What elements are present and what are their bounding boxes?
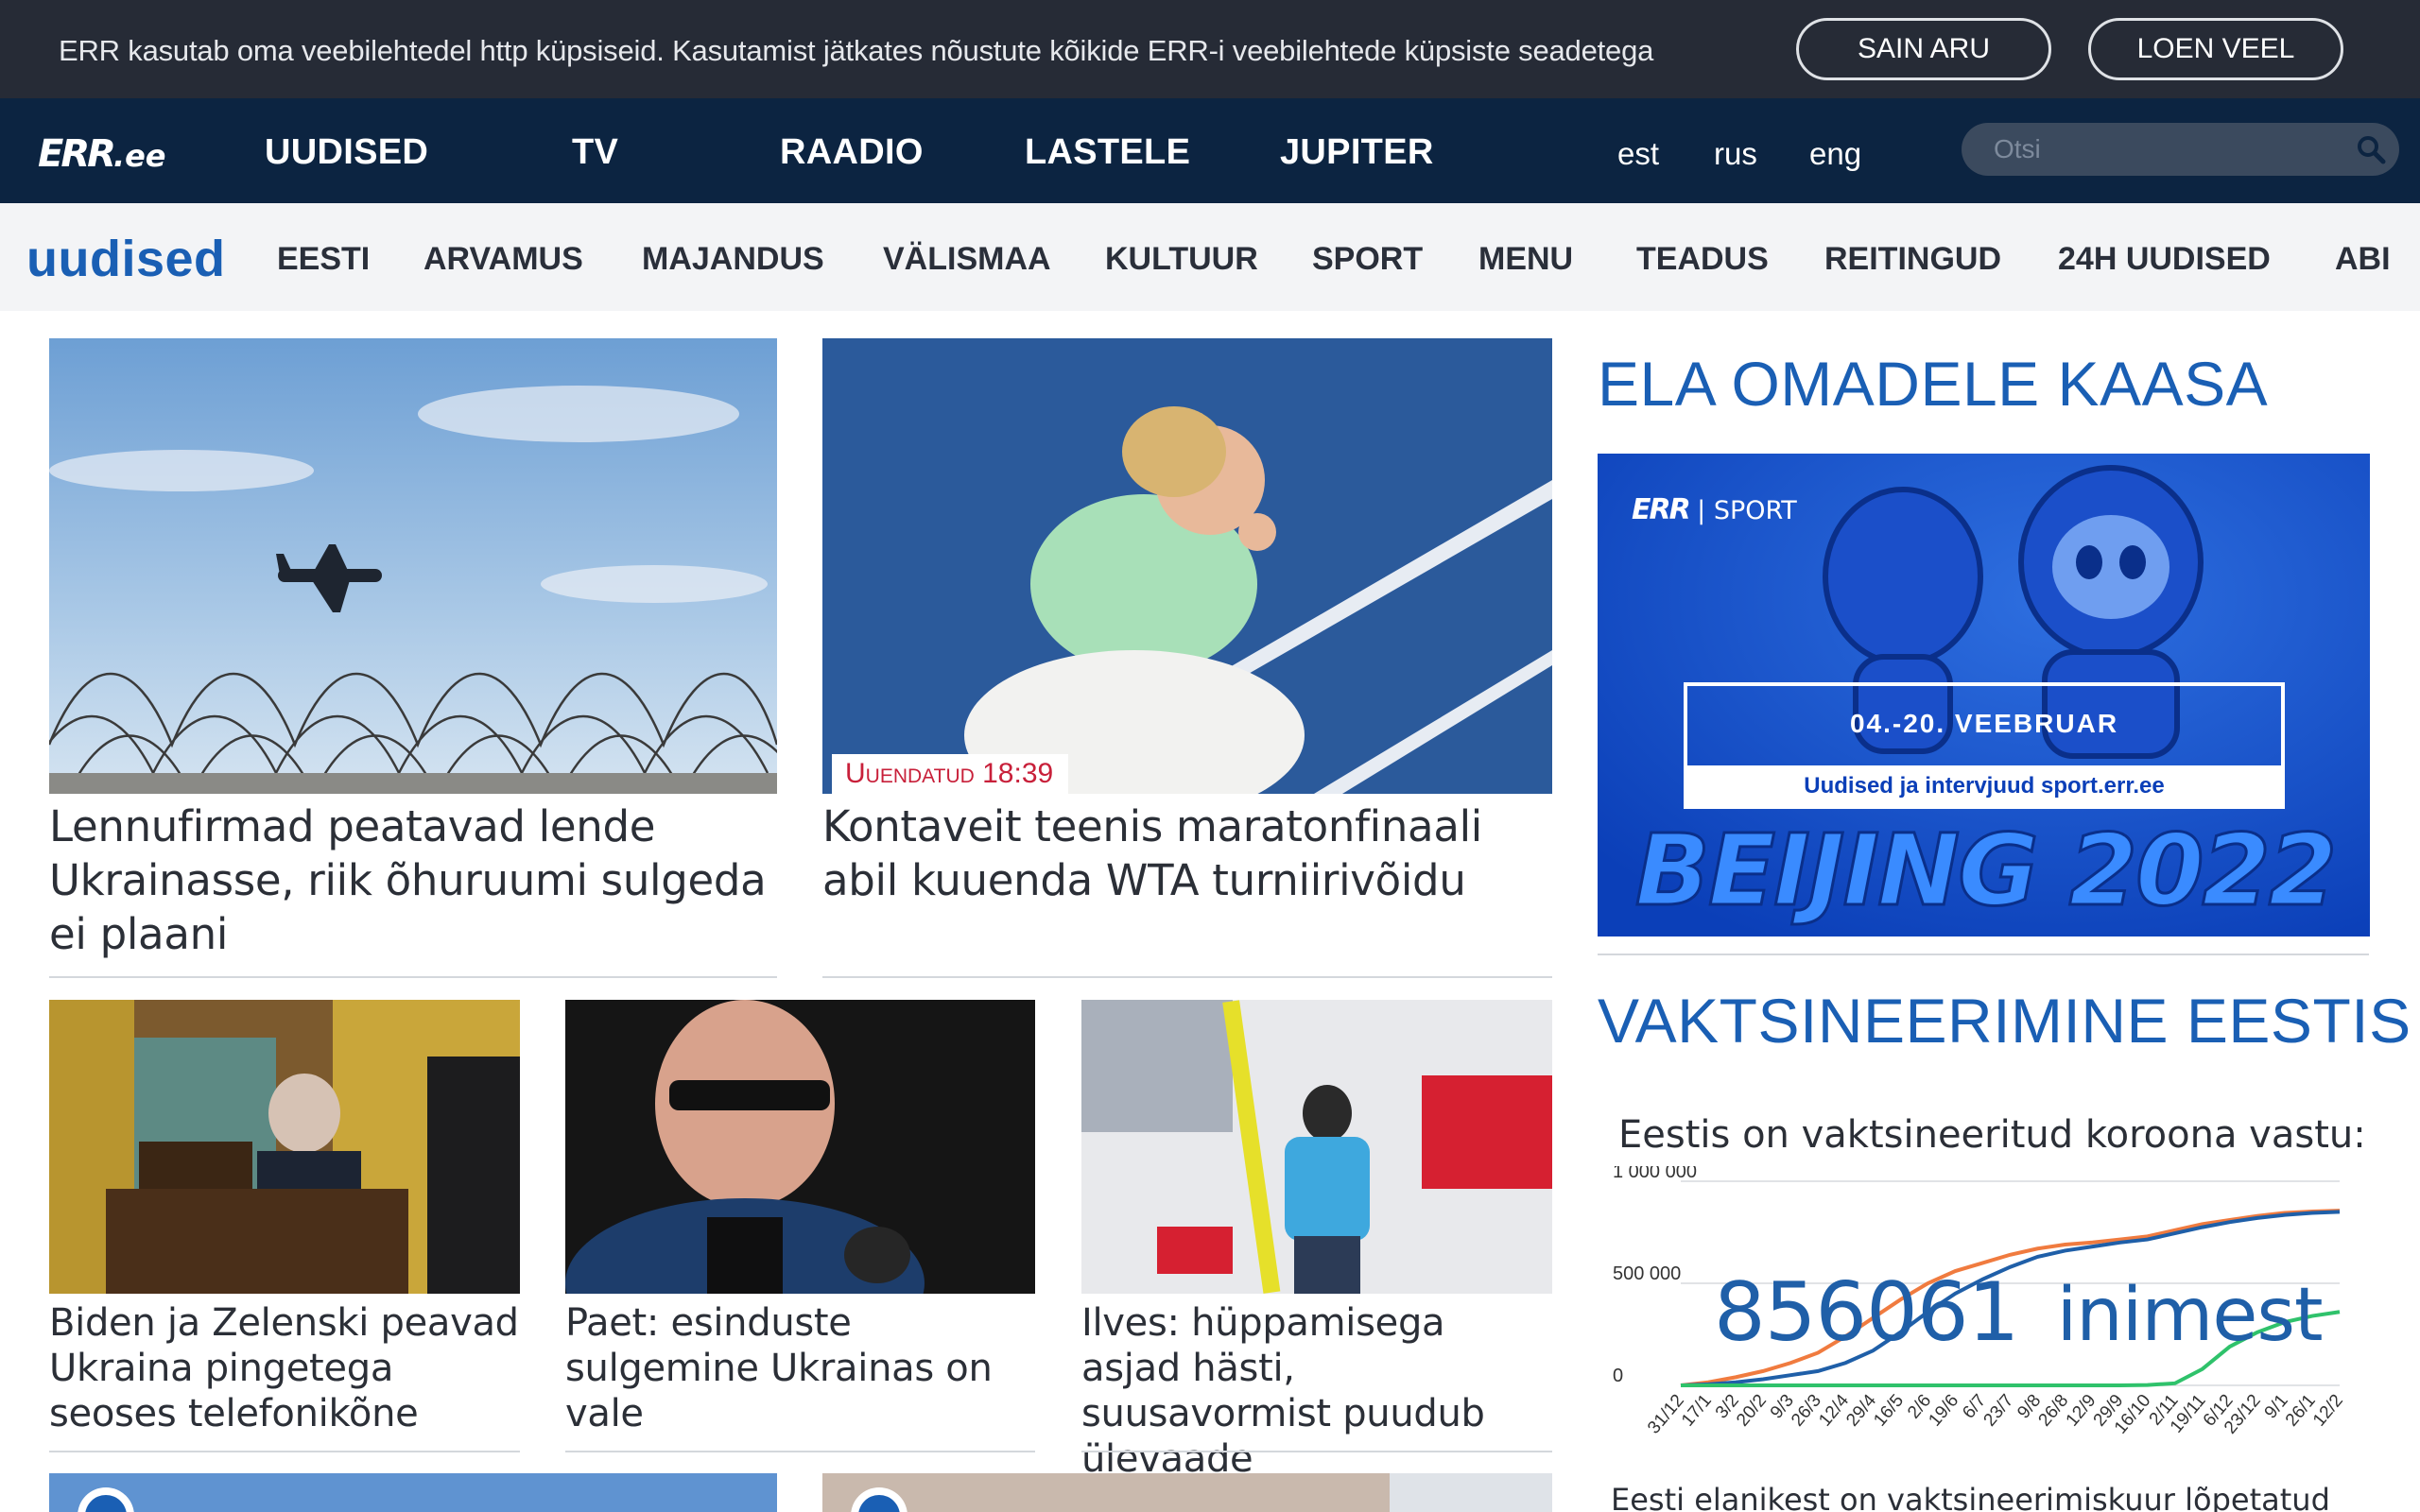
chart-y-tick-label: 500 000 — [1613, 1263, 1681, 1284]
article-title[interactable]: Ilves: hüppamisega asjad hästi, suusavor… — [1081, 1300, 1552, 1482]
lang-est[interactable]: est — [1617, 136, 1659, 172]
section-title[interactable]: uudised — [26, 230, 226, 288]
vaccination-chart: 1 000 000 500 000 0 31/12 17/1 3/2 20/2 9/3 26/3… — [1607, 1161, 2363, 1469]
article-image-biden[interactable] — [49, 1000, 520, 1294]
subnav-arvamus[interactable]: ARVAMUS — [424, 241, 583, 278]
divider — [49, 976, 777, 978]
nav-raadio[interactable]: RAADIO — [780, 132, 924, 173]
promo-brand: ERR | SPORT — [1632, 493, 1797, 526]
subnav-reitingud[interactable]: REITINGUD — [1824, 241, 2001, 278]
subnav-eesti[interactable]: EESTI — [277, 241, 370, 278]
vaccination-heading: VAKTSINEERIMINE EESTIS — [1598, 986, 2411, 1056]
chart-x-tick-label: 20/2 — [1733, 1391, 1771, 1431]
subnav-menu[interactable]: MENU — [1478, 241, 1573, 278]
article-image[interactable] — [822, 1473, 1552, 1512]
divider — [565, 1451, 1035, 1452]
promo-brand-mark: ERR — [1632, 493, 1691, 526]
article-title[interactable]: Biden ja Zelenski peavad Ukraina pingete… — [49, 1300, 520, 1436]
article-image-ilves[interactable] — [1081, 1000, 1552, 1294]
chart-x-tick-label: 17/1 — [1678, 1391, 1716, 1431]
chart-y-tick-label: 0 — [1613, 1366, 1623, 1386]
divider — [822, 976, 1552, 978]
main-navigation: ERR.ee UUDISED TV RAADIO LASTELE JUPITER… — [0, 98, 2420, 203]
chart-y-tick-label: 1 000 000 — [1613, 1166, 1697, 1182]
vaccination-intro: Eestis on vaktsineeritud koroona vastu: — [1618, 1113, 2366, 1157]
article-image-paet[interactable] — [565, 1000, 1035, 1294]
article-title[interactable]: Kontaveit teenis maratonfinaali abil kuu… — [822, 799, 1550, 907]
cookie-banner: ERR kasutab oma veebilehtedel http küpsi… — [0, 0, 2420, 98]
subnav-teadus[interactable]: TEADUS — [1636, 241, 1769, 278]
vaccination-unit: inimest — [2056, 1273, 2324, 1358]
search-box — [1962, 123, 2399, 176]
search-input[interactable] — [1994, 132, 2334, 166]
article-image-airplane[interactable] — [49, 338, 777, 794]
divider — [49, 1451, 520, 1452]
err-logo[interactable]: ERR.ee — [38, 132, 166, 176]
cookie-text: ERR kasutab oma veebilehtedel http küpsi… — [59, 34, 1654, 67]
chart-x-tick-label: 12/9 — [2063, 1391, 2100, 1431]
chart-x-tick-label: 29/4 — [1842, 1390, 1880, 1430]
promo-subline: Uudised ja intervjuud sport.err.ee — [1804, 773, 2165, 799]
lang-eng[interactable]: eng — [1809, 136, 1861, 172]
article-image-tennis[interactable]: Uuendatud 18:39 — [822, 338, 1552, 794]
article-title[interactable]: Paet: esinduste sulgemine Ukrainas on va… — [565, 1300, 1035, 1436]
chart-x-tick-label: 26/1 — [2282, 1391, 2320, 1431]
subnav-kultuur[interactable]: KULTUUR — [1105, 241, 1258, 278]
subnav-24h-uudised[interactable]: 24H UUDISED — [2058, 241, 2271, 278]
chart-x-tick-label: 12/4 — [1815, 1390, 1853, 1430]
updated-badge: Uuendatud 18:39 — [832, 754, 1069, 794]
chart-x-tick-label: 16/5 — [1870, 1391, 1908, 1431]
accept-cookies-button[interactable]: SAIN ARU — [1796, 18, 2051, 80]
logo-mark: ERR — [38, 132, 116, 176]
olympics-promo-banner[interactable]: ERR | SPORT 04.-20. VEEBRUAR Uudised ja … — [1598, 454, 2370, 936]
promo-event: BEIJING 2022 — [1634, 812, 2338, 930]
subnav-majandus[interactable]: MAJANDUS — [642, 241, 824, 278]
chart-x-tick-label: 19/6 — [1925, 1391, 1962, 1431]
article-image[interactable] — [49, 1473, 777, 1512]
subnav-valismaa[interactable]: VÄLISMAA — [883, 241, 1051, 278]
vaccination-footer: Eesti elanikest on vaktsineerimiskuur lõ… — [1611, 1482, 2330, 1512]
nav-uudised[interactable]: UUDISED — [265, 132, 428, 173]
chart-x-tick-label: 23/7 — [1979, 1391, 2017, 1431]
subnav-abi[interactable]: ABI — [2335, 241, 2391, 278]
promo-heading: ELA OMADELE KAASA — [1598, 349, 2269, 419]
article-title[interactable]: Lennufirmad peatavad lende Ukrainasse, r… — [49, 799, 768, 961]
divider — [1598, 954, 2369, 955]
nav-jupiter[interactable]: JUPITER — [1280, 132, 1434, 173]
section-navigation: uudised EESTI ARVAMUS MAJANDUS VÄLISMAA … — [0, 203, 2420, 311]
chart-x-tick-label: 26/8 — [2035, 1391, 2073, 1431]
vaccination-count-display: 856061 inimest — [1714, 1265, 2324, 1360]
logo-suffix: .ee — [112, 138, 166, 174]
nav-tv[interactable]: TV — [572, 132, 618, 173]
subnav-sport[interactable]: SPORT — [1312, 241, 1423, 278]
lang-rus[interactable]: rus — [1714, 136, 1757, 172]
divider — [1081, 1451, 1552, 1452]
promo-dates: 04.-20. VEEBRUAR — [1849, 709, 2119, 738]
search-icon[interactable] — [2356, 134, 2386, 164]
promo-brand-section: SPORT — [1713, 496, 1797, 525]
chart-x-tick-label: 12/2 — [2309, 1391, 2347, 1431]
chart-x-tick-label: 26/3 — [1788, 1391, 1825, 1431]
nav-lastele[interactable]: LASTELE — [1025, 132, 1190, 173]
vaccination-count: 856061 — [1714, 1265, 2019, 1360]
read-more-button[interactable]: LOEN VEEL — [2088, 18, 2343, 80]
